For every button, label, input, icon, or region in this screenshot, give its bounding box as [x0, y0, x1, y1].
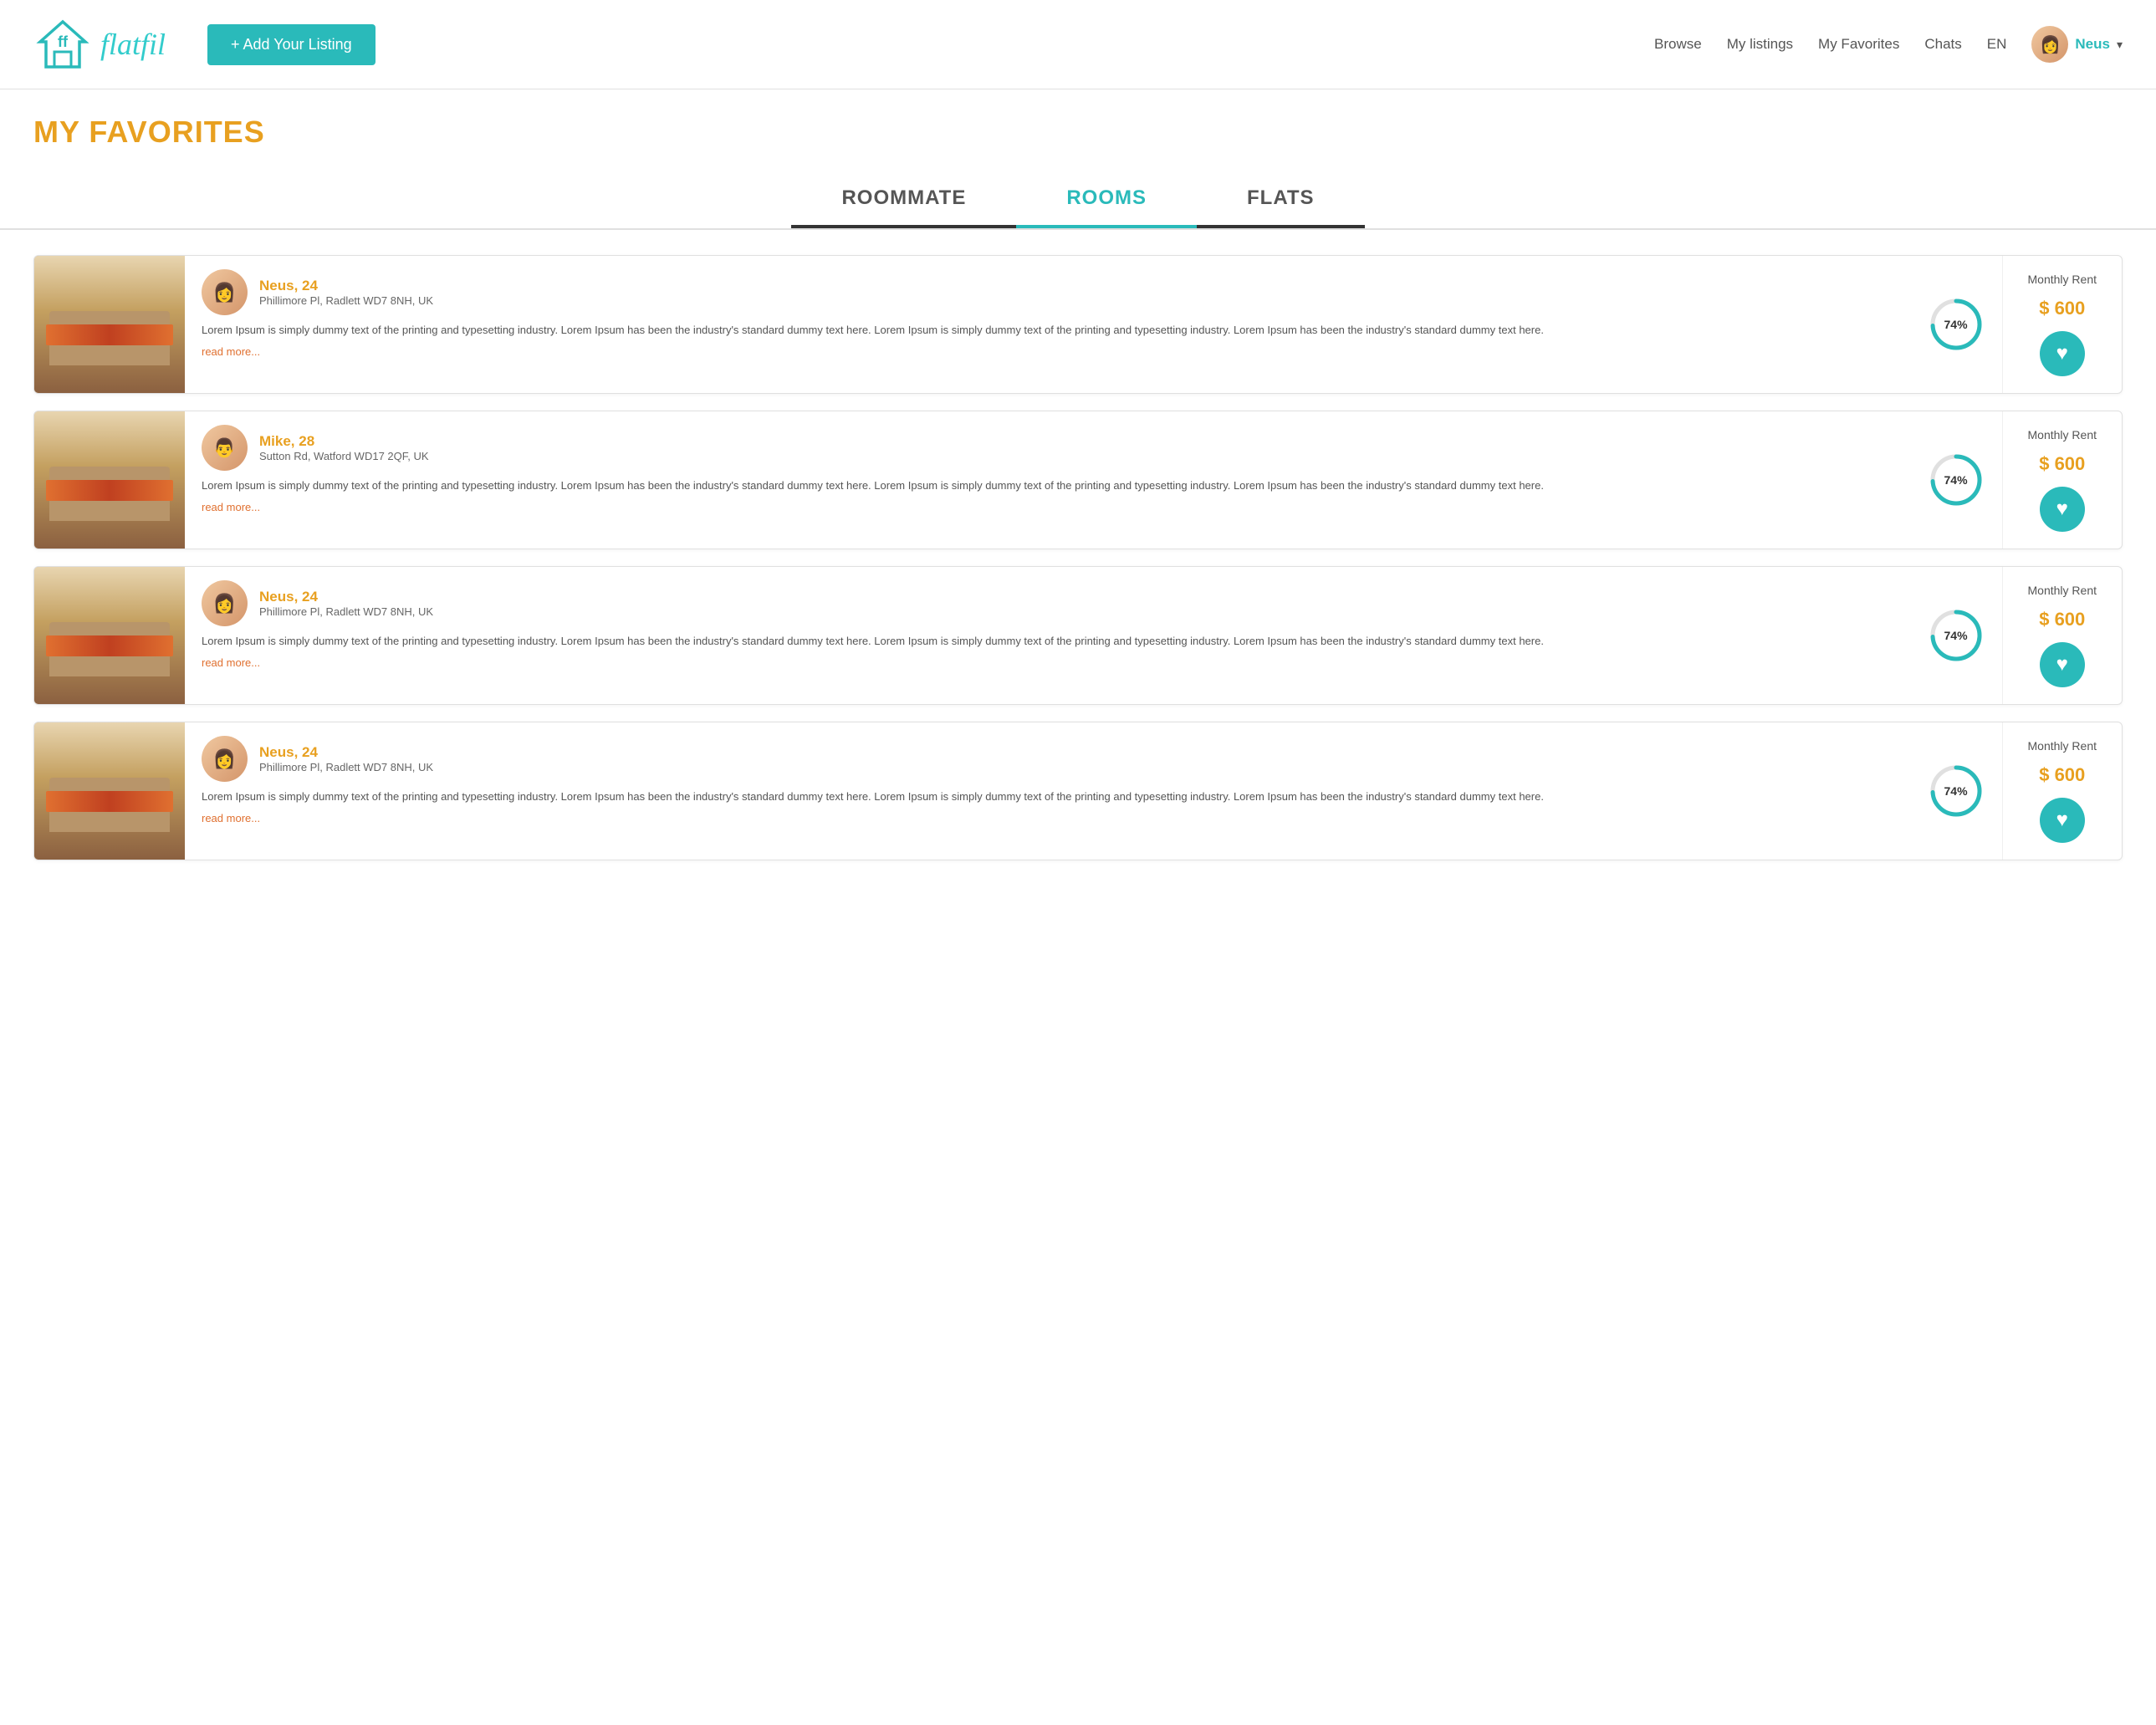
- listing-description: Lorem Ipsum is simply dummy text of the …: [202, 788, 1893, 805]
- listing-description: Lorem Ipsum is simply dummy text of the …: [202, 322, 1893, 339]
- listing-user-name: Neus, 24: [259, 744, 433, 761]
- tab-rooms[interactable]: ROOMS: [1016, 175, 1197, 228]
- nav: Browse My listings My Favorites Chats EN…: [1654, 26, 2123, 63]
- listing-content: 👨 Mike, 28 Sutton Rd, Watford WD17 2QF, …: [185, 411, 1910, 549]
- listing-card: 👩 Neus, 24 Phillimore Pl, Radlett WD7 8N…: [33, 566, 2123, 705]
- listings-section: 👩 Neus, 24 Phillimore Pl, Radlett WD7 8N…: [0, 230, 2156, 885]
- nav-browse[interactable]: Browse: [1654, 36, 1702, 53]
- monthly-rent-label: Monthly Rent: [2028, 584, 2097, 597]
- match-percent-label: 74%: [1944, 473, 1968, 487]
- read-more-link[interactable]: read more...: [202, 501, 1893, 513]
- read-more-link[interactable]: read more...: [202, 812, 1893, 824]
- match-circle-wrapper: 74%: [1910, 567, 2002, 704]
- logo-text: flatfil: [100, 27, 166, 62]
- listing-user-address: Sutton Rd, Watford WD17 2QF, UK: [259, 450, 429, 462]
- match-percent-label: 74%: [1944, 629, 1968, 642]
- listing-image: [34, 256, 185, 393]
- listing-card: 👨 Mike, 28 Sutton Rd, Watford WD17 2QF, …: [33, 411, 2123, 549]
- match-circle-wrapper: 74%: [1910, 722, 2002, 860]
- bed-illustration: [34, 722, 185, 860]
- match-circle: 74%: [1927, 762, 1985, 820]
- bed-illustration: [34, 567, 185, 704]
- bed-illustration: [34, 411, 185, 549]
- favorite-button[interactable]: ♥: [2040, 642, 2085, 687]
- tab-flats[interactable]: FLATS: [1197, 175, 1365, 228]
- avatar: 👨: [202, 425, 248, 471]
- nav-chats[interactable]: Chats: [1924, 36, 1961, 53]
- read-more-link[interactable]: read more...: [202, 345, 1893, 358]
- listing-image: [34, 567, 185, 704]
- avatar: 👩: [202, 269, 248, 315]
- bed-illustration: [34, 256, 185, 393]
- match-circle-wrapper: 74%: [1910, 411, 2002, 549]
- read-more-link[interactable]: read more...: [202, 656, 1893, 669]
- svg-text:ff: ff: [58, 33, 69, 50]
- header: ff flatfil + Add Your Listing Browse My …: [0, 0, 2156, 89]
- tabs: ROOMMATE ROOMS FLATS: [0, 158, 2156, 230]
- nav-my-listings[interactable]: My listings: [1727, 36, 1793, 53]
- listing-user-name: Neus, 24: [259, 589, 433, 605]
- match-percent-label: 74%: [1944, 318, 1968, 331]
- listing-user-address: Phillimore Pl, Radlett WD7 8NH, UK: [259, 605, 433, 618]
- logo-icon: ff: [33, 15, 92, 74]
- listing-user-info: Neus, 24 Phillimore Pl, Radlett WD7 8NH,…: [259, 744, 433, 773]
- listing-image: [34, 722, 185, 860]
- language-selector[interactable]: EN: [1987, 36, 2007, 53]
- tab-roommate[interactable]: ROOMMATE: [791, 175, 1016, 228]
- monthly-rent-price: $ 600: [2039, 764, 2085, 786]
- listing-content: 👩 Neus, 24 Phillimore Pl, Radlett WD7 8N…: [185, 256, 1910, 393]
- user-name: Neus: [2075, 36, 2110, 53]
- listing-user-row: 👩 Neus, 24 Phillimore Pl, Radlett WD7 8N…: [202, 580, 1893, 626]
- chevron-down-icon: ▾: [2117, 38, 2123, 52]
- monthly-rent-price: $ 600: [2039, 609, 2085, 630]
- listing-card: 👩 Neus, 24 Phillimore Pl, Radlett WD7 8N…: [33, 255, 2123, 394]
- listing-user-info: Neus, 24 Phillimore Pl, Radlett WD7 8NH,…: [259, 278, 433, 307]
- listing-user-info: Mike, 28 Sutton Rd, Watford WD17 2QF, UK: [259, 433, 429, 462]
- listing-user-row: 👩 Neus, 24 Phillimore Pl, Radlett WD7 8N…: [202, 736, 1893, 782]
- listing-card: 👩 Neus, 24 Phillimore Pl, Radlett WD7 8N…: [33, 722, 2123, 860]
- monthly-rent-label: Monthly Rent: [2028, 428, 2097, 441]
- listing-content: 👩 Neus, 24 Phillimore Pl, Radlett WD7 8N…: [185, 722, 1910, 860]
- monthly-rent-label: Monthly Rent: [2028, 739, 2097, 753]
- monthly-rent-price: $ 600: [2039, 453, 2085, 475]
- avatar: 👩: [202, 580, 248, 626]
- favorite-button[interactable]: ♥: [2040, 798, 2085, 843]
- listing-user-name: Neus, 24: [259, 278, 433, 294]
- listing-user-name: Mike, 28: [259, 433, 429, 450]
- listing-description: Lorem Ipsum is simply dummy text of the …: [202, 477, 1893, 494]
- listing-right: Monthly Rent $ 600 ♥: [2002, 567, 2122, 704]
- favorite-button[interactable]: ♥: [2040, 331, 2085, 376]
- monthly-rent-label: Monthly Rent: [2028, 273, 2097, 286]
- listing-user-address: Phillimore Pl, Radlett WD7 8NH, UK: [259, 761, 433, 773]
- match-circle: 74%: [1927, 451, 1985, 509]
- add-listing-button[interactable]: + Add Your Listing: [207, 24, 376, 65]
- favorite-button[interactable]: ♥: [2040, 487, 2085, 532]
- nav-my-favorites[interactable]: My Favorites: [1818, 36, 1899, 53]
- page-title: MY FAVORITES: [33, 115, 2123, 150]
- listing-image: [34, 411, 185, 549]
- listing-user-row: 👨 Mike, 28 Sutton Rd, Watford WD17 2QF, …: [202, 425, 1893, 471]
- listing-user-address: Phillimore Pl, Radlett WD7 8NH, UK: [259, 294, 433, 307]
- listing-content: 👩 Neus, 24 Phillimore Pl, Radlett WD7 8N…: [185, 567, 1910, 704]
- listing-right: Monthly Rent $ 600 ♥: [2002, 256, 2122, 393]
- match-circle: 74%: [1927, 295, 1985, 354]
- logo[interactable]: ff flatfil: [33, 15, 166, 74]
- match-percent-label: 74%: [1944, 784, 1968, 798]
- listing-user-row: 👩 Neus, 24 Phillimore Pl, Radlett WD7 8N…: [202, 269, 1893, 315]
- user-menu[interactable]: 👩 Neus ▾: [2031, 26, 2123, 63]
- page-title-section: MY FAVORITES: [0, 89, 2156, 158]
- match-circle-wrapper: 74%: [1910, 256, 2002, 393]
- listing-right: Monthly Rent $ 600 ♥: [2002, 411, 2122, 549]
- monthly-rent-price: $ 600: [2039, 298, 2085, 319]
- listing-user-info: Neus, 24 Phillimore Pl, Radlett WD7 8NH,…: [259, 589, 433, 618]
- listing-description: Lorem Ipsum is simply dummy text of the …: [202, 633, 1893, 650]
- match-circle: 74%: [1927, 606, 1985, 665]
- avatar: 👩: [202, 736, 248, 782]
- listing-right: Monthly Rent $ 600 ♥: [2002, 722, 2122, 860]
- avatar: 👩: [2031, 26, 2068, 63]
